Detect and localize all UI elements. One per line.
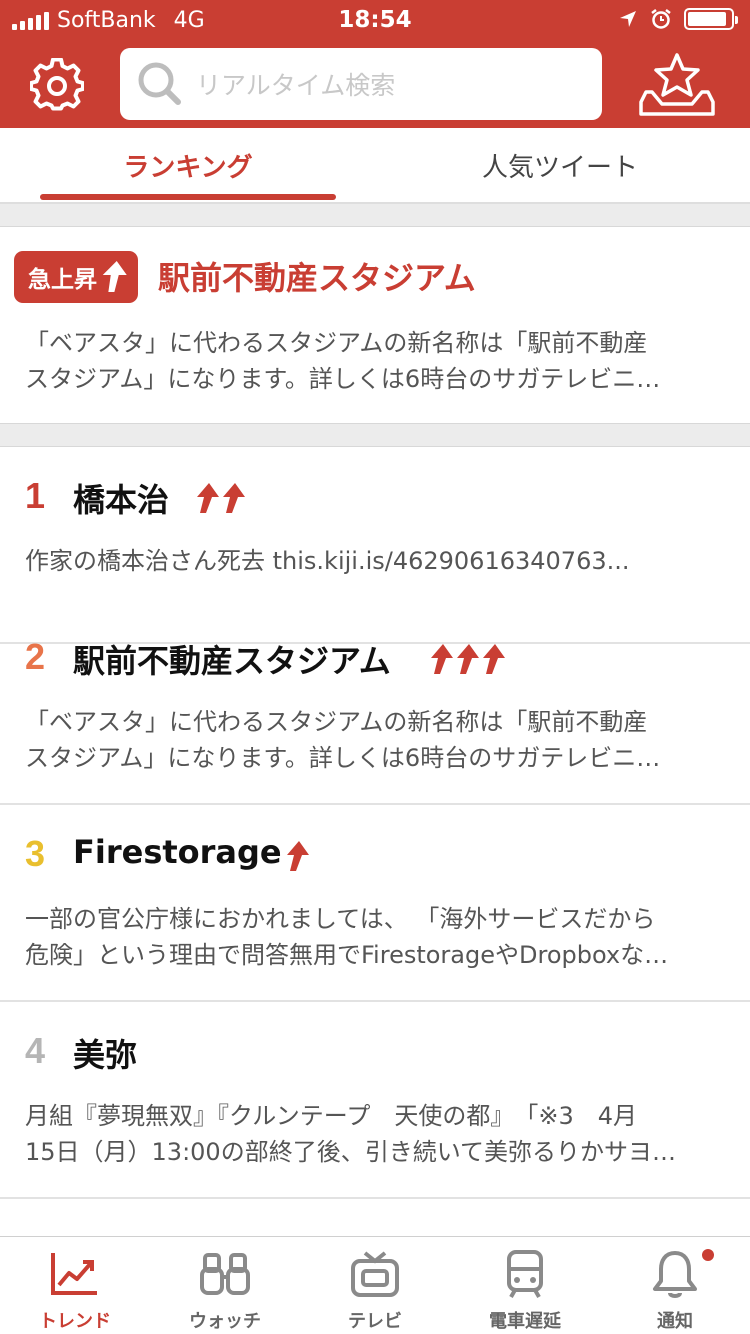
nav-trend-label: トレンド: [39, 1311, 111, 1332]
up-arrow-icon: [287, 841, 309, 871]
tab-ranking[interactable]: ランキング: [40, 128, 336, 202]
trend-name: 美弥: [73, 1036, 138, 1074]
trend-description: 月組『夢現無双』『クルンテープ 天使の都』 「※3 4月 15日（月）13:00…: [25, 1102, 676, 1166]
notification-badge: [702, 1249, 714, 1261]
rising-badge-label: 急上昇: [28, 267, 97, 293]
search-placeholder: リアルタイム検索: [196, 71, 396, 100]
trend-description: 「ベアスタ」に代わるスタジアムの新名称は「駅前不動産 スタジアム」になります。詳…: [25, 708, 661, 772]
nav-trend[interactable]: トレンド: [0, 1237, 150, 1334]
trend-arrows: [428, 642, 506, 676]
nav-watch[interactable]: ウォッチ: [150, 1237, 300, 1334]
train-icon: [507, 1250, 543, 1298]
up-arrow-icon: [483, 644, 505, 674]
trend-name: 橋本治: [73, 481, 170, 519]
tv-icon: [351, 1251, 399, 1297]
trend-arrows: [194, 481, 246, 515]
rising-badge: 急上昇: [14, 251, 138, 303]
up-arrow-icon: [431, 644, 453, 674]
rank-number: 1: [25, 475, 46, 516]
ranking-row-3[interactable]: 3 Firestorage 一部の官公庁様におかれましては、 「海外サービスだか…: [0, 805, 750, 1002]
featured-title: 駅前不動産スタジアム: [158, 259, 476, 297]
bottom-nav: トレンド ウォッチ テレビ 電車遅延 通知: [0, 1236, 750, 1334]
nav-tv-label: テレビ: [348, 1311, 402, 1332]
up-arrow-icon: [457, 644, 479, 674]
app-header: SoftBank 4G 18:54 リアルタイム検索: [0, 0, 750, 128]
trend-name: Firestorage: [73, 833, 282, 871]
tab-bar: ランキング 人気ツイート: [0, 128, 750, 204]
location-arrow-icon: [620, 11, 636, 27]
status-bar: SoftBank 4G 18:54: [0, 0, 750, 40]
trend-arrows: [284, 839, 310, 873]
rank-number: 2: [25, 636, 46, 677]
ranking-row-4[interactable]: 4 美弥 月組『夢現無双』『クルンテープ 天使の都』 「※3 4月 15日（月）…: [0, 1002, 750, 1199]
ranking-row-2[interactable]: 2 駅前不動産スタジアム 「ベアスタ」に代わるスタジアムの新名称は「駅前不動産 …: [0, 608, 750, 805]
nav-notifications-label: 通知: [657, 1311, 693, 1332]
active-tab-indicator: [40, 194, 336, 200]
featured-trend-card[interactable]: 急上昇 駅前不動産スタジアム 「ベアスタ」に代わるスタジアムの新名称は「駅前不動…: [0, 226, 750, 424]
trend-description: 作家の橋本治さん死去 this.kiji.is/46290616340763..…: [25, 547, 630, 575]
up-arrow-icon: [197, 483, 219, 513]
star-tray-icon[interactable]: [638, 52, 716, 118]
tab-popular-tweets[interactable]: 人気ツイート: [410, 128, 710, 202]
nav-notifications[interactable]: 通知: [600, 1237, 750, 1334]
ranking-list: 1 橋本治 作家の橋本治さん死去 this.kiji.is/4629061634…: [0, 446, 750, 1236]
up-arrow-icon: [223, 483, 245, 513]
battery-icon: [684, 8, 738, 30]
nav-train-delay[interactable]: 電車遅延: [450, 1237, 600, 1334]
nav-train-delay-label: 電車遅延: [489, 1311, 561, 1332]
alarm-clock-icon: [651, 9, 671, 29]
trend-description: 一部の官公庁様におかれましては、 「海外サービスだから 危険」という理由で問答無…: [25, 905, 669, 969]
bell-icon: [653, 1251, 697, 1298]
search-input[interactable]: リアルタイム検索: [120, 48, 602, 120]
trend-name: 駅前不動産スタジアム: [73, 642, 391, 680]
rank-number: 3: [25, 833, 46, 874]
nav-watch-label: ウォッチ: [189, 1311, 261, 1332]
nav-tv[interactable]: テレビ: [300, 1237, 450, 1334]
binoculars-icon: [200, 1253, 250, 1295]
featured-description: 「ベアスタ」に代わるスタジアムの新名称は「駅前不動産 スタジアム」になります。詳…: [25, 329, 661, 393]
trend-chart-icon: [51, 1253, 97, 1295]
search-icon: [138, 62, 181, 105]
gear-icon[interactable]: [30, 58, 84, 112]
rank-number: 4: [25, 1030, 46, 1071]
up-arrow-icon: [102, 261, 127, 292]
